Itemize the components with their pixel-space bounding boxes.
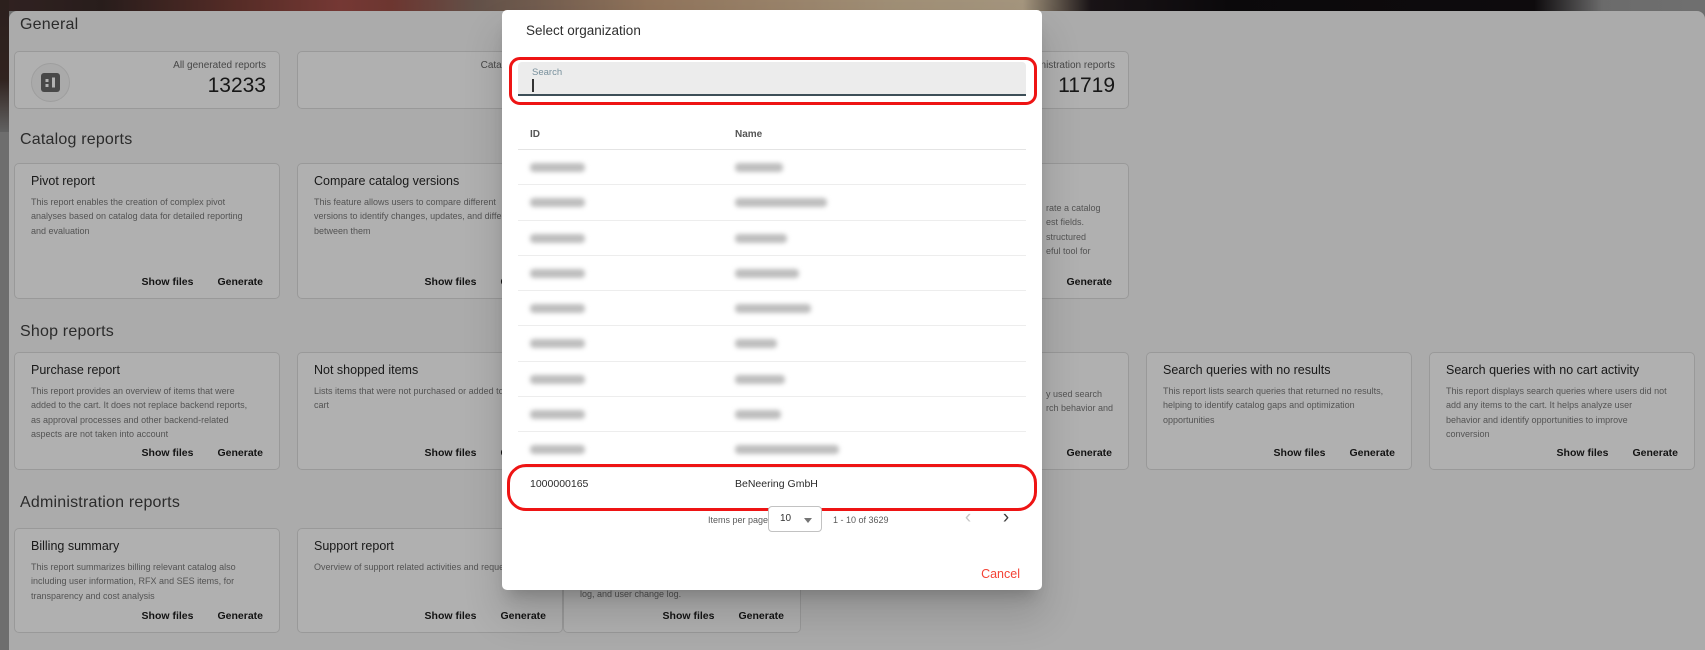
items-per-page-select[interactable]: 10	[768, 506, 822, 532]
redacted-name-pill	[735, 375, 785, 384]
dialog-title: Select organization	[526, 23, 641, 38]
redacted-name-pill	[735, 445, 839, 454]
items-per-page-value: 10	[780, 513, 791, 524]
org-row-beneering[interactable]: 1000000165 BeNeering GmbH	[518, 468, 1026, 504]
redacted-id-pill	[530, 375, 585, 384]
redacted-name-pill	[735, 198, 827, 207]
chevron-down-icon	[804, 518, 812, 523]
redacted-name-pill	[735, 269, 799, 278]
org-table-row-redacted[interactable]	[518, 221, 1026, 256]
pagination-range-label: 1 - 10 of 3629	[833, 515, 889, 525]
org-table-row-redacted[interactable]	[518, 362, 1026, 397]
redacted-name-pill	[735, 339, 777, 348]
redacted-id-pill	[530, 234, 585, 243]
org-id-cell: 1000000165	[530, 478, 588, 490]
org-table-row-redacted[interactable]	[518, 185, 1026, 220]
org-table-row-redacted[interactable]	[518, 150, 1026, 185]
cancel-button[interactable]: Cancel	[981, 567, 1020, 581]
redacted-name-pill	[735, 410, 781, 419]
org-table-rows	[518, 150, 1026, 468]
previous-page-button[interactable]: ‹	[954, 504, 982, 532]
redacted-id-pill	[530, 339, 585, 348]
org-table-row-redacted[interactable]	[518, 432, 1026, 467]
search-input[interactable]	[531, 77, 1005, 95]
org-table-row-redacted[interactable]	[518, 397, 1026, 432]
next-page-button[interactable]: ›	[992, 504, 1020, 532]
redacted-name-pill	[735, 304, 811, 313]
redacted-id-pill	[530, 163, 585, 172]
screen: General All generated reports 13233 Cata…	[0, 0, 1705, 650]
redacted-id-pill	[530, 304, 585, 313]
org-name-cell: BeNeering GmbH	[735, 478, 818, 490]
org-table-header: ID Name	[518, 114, 1026, 150]
redacted-id-pill	[530, 445, 585, 454]
redacted-name-pill	[735, 234, 787, 243]
org-table-row-redacted[interactable]	[518, 256, 1026, 291]
org-table-row-redacted[interactable]	[518, 291, 1026, 326]
select-organization-dialog: Select organization Search ID Name 10000…	[502, 10, 1042, 590]
redacted-name-pill	[735, 163, 783, 172]
redacted-id-pill	[530, 410, 585, 419]
redacted-id-pill	[530, 269, 585, 278]
column-header-id: ID	[530, 129, 540, 140]
org-table-row-redacted[interactable]	[518, 326, 1026, 361]
organization-search-field[interactable]: Search	[518, 62, 1026, 96]
column-header-name: Name	[735, 129, 762, 140]
items-per-page-label: Items per page	[708, 515, 768, 525]
redacted-id-pill	[530, 198, 585, 207]
